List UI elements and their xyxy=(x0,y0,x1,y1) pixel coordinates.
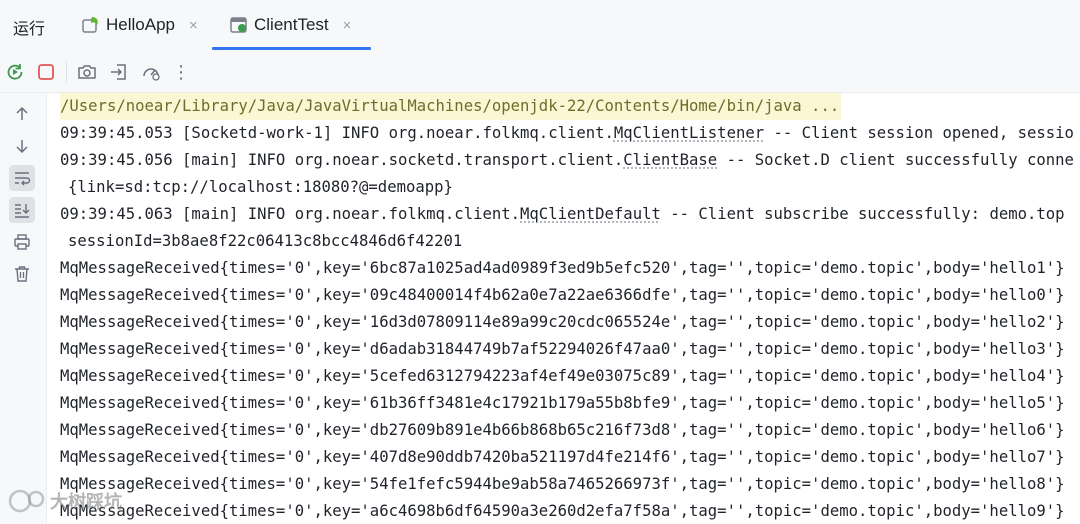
toolbar-divider xyxy=(66,62,67,82)
class-link[interactable]: MqClientDefault xyxy=(520,205,661,223)
print-icon[interactable] xyxy=(9,229,35,255)
message-line: MqMessageReceived{times='0',key='54fe1fe… xyxy=(60,475,1065,493)
message-line: MqMessageReceived{times='0',key='407d8e9… xyxy=(60,448,1065,466)
scroll-to-end-icon[interactable] xyxy=(9,197,35,223)
scroll-down-arrow-icon[interactable] xyxy=(9,133,35,159)
log-text: 09:39:45.056 [main] INFO org.noear.socke… xyxy=(60,151,624,169)
class-link[interactable]: MqClientListener xyxy=(614,124,764,142)
message-line: MqMessageReceived{times='0',key='61b36ff… xyxy=(60,394,1065,412)
scroll-up-arrow-icon[interactable] xyxy=(9,101,35,127)
message-line: MqMessageReceived{times='0',key='a6c4698… xyxy=(60,502,1065,520)
import-icon[interactable] xyxy=(108,61,130,83)
profiler-gauge-icon[interactable] xyxy=(140,61,162,83)
log-text: -- Client session opened, sessio xyxy=(764,124,1074,142)
spring-app-icon xyxy=(80,14,102,36)
message-line: MqMessageReceived{times='0',key='db27609… xyxy=(60,421,1065,439)
log-line: 09:39:45.056 [main] INFO org.noear.socke… xyxy=(60,147,1074,174)
clear-trash-icon[interactable] xyxy=(9,261,35,287)
run-tool-window-title: 运行 xyxy=(13,21,46,38)
log-continuation: sessionId=3b8ae8f22c06413c8bcc4846d6f422… xyxy=(68,232,463,250)
log-text: 09:39:45.053 [Socketd-work-1] INFO org.n… xyxy=(60,124,614,142)
rerun-icon[interactable] xyxy=(4,61,26,83)
soft-wrap-icon[interactable] xyxy=(9,165,35,191)
log-text: 09:39:45.063 [main] INFO org.noear.folkm… xyxy=(60,205,521,223)
log-text: -- Socket.D client successfully conne xyxy=(717,151,1074,169)
camera-icon[interactable] xyxy=(76,61,98,83)
message-line: MqMessageReceived{times='0',key='16d3d07… xyxy=(60,313,1065,331)
test-run-icon xyxy=(228,14,250,36)
class-link[interactable]: ClientBase xyxy=(623,151,717,169)
log-text: -- Client subscribe successfully: demo.t… xyxy=(660,205,1065,223)
tab-label: HelloApp xyxy=(106,15,175,34)
watermark-logo-icon xyxy=(8,489,45,513)
message-line: MqMessageReceived{times='0',key='d6adab3… xyxy=(60,340,1065,358)
close-tab-icon[interactable]: × xyxy=(189,17,198,34)
tab-clienttest[interactable]: ClientTest × xyxy=(211,0,372,50)
log-continuation: {link=sd:tcp://localhost:18080?@=demoapp… xyxy=(68,178,453,196)
run-toolbar: ⋮ xyxy=(0,50,1080,93)
message-line: MqMessageReceived{times='0',key='09c4840… xyxy=(60,286,1065,304)
close-tab-icon[interactable]: × xyxy=(343,17,352,34)
more-options-icon[interactable]: ⋮ xyxy=(170,61,192,83)
log-line: 09:39:45.053 [Socketd-work-1] INFO org.n… xyxy=(60,120,1074,147)
tab-helloapp[interactable]: HelloApp × xyxy=(80,0,198,50)
command-line[interactable]: /Users/noear/Library/Java/JavaVirtualMac… xyxy=(60,93,842,120)
stop-icon[interactable] xyxy=(35,61,57,83)
watermark: 大树踩坑 xyxy=(6,487,122,515)
console-output[interactable]: /Users/noear/Library/Java/JavaVirtualMac… xyxy=(47,93,1080,524)
run-tool-window-header: 运行 HelloApp × ClientTest × xyxy=(0,0,1080,50)
console-side-toolbar xyxy=(0,93,47,524)
log-line: 09:39:45.063 [main] INFO org.noear.folkm… xyxy=(60,201,1065,228)
message-line: MqMessageReceived{times='0',key='6bc87a1… xyxy=(60,259,1065,277)
tab-label: ClientTest xyxy=(254,15,329,34)
watermark-text: 大树踩坑 xyxy=(50,492,122,512)
message-line: MqMessageReceived{times='0',key='5cefed6… xyxy=(60,367,1065,385)
